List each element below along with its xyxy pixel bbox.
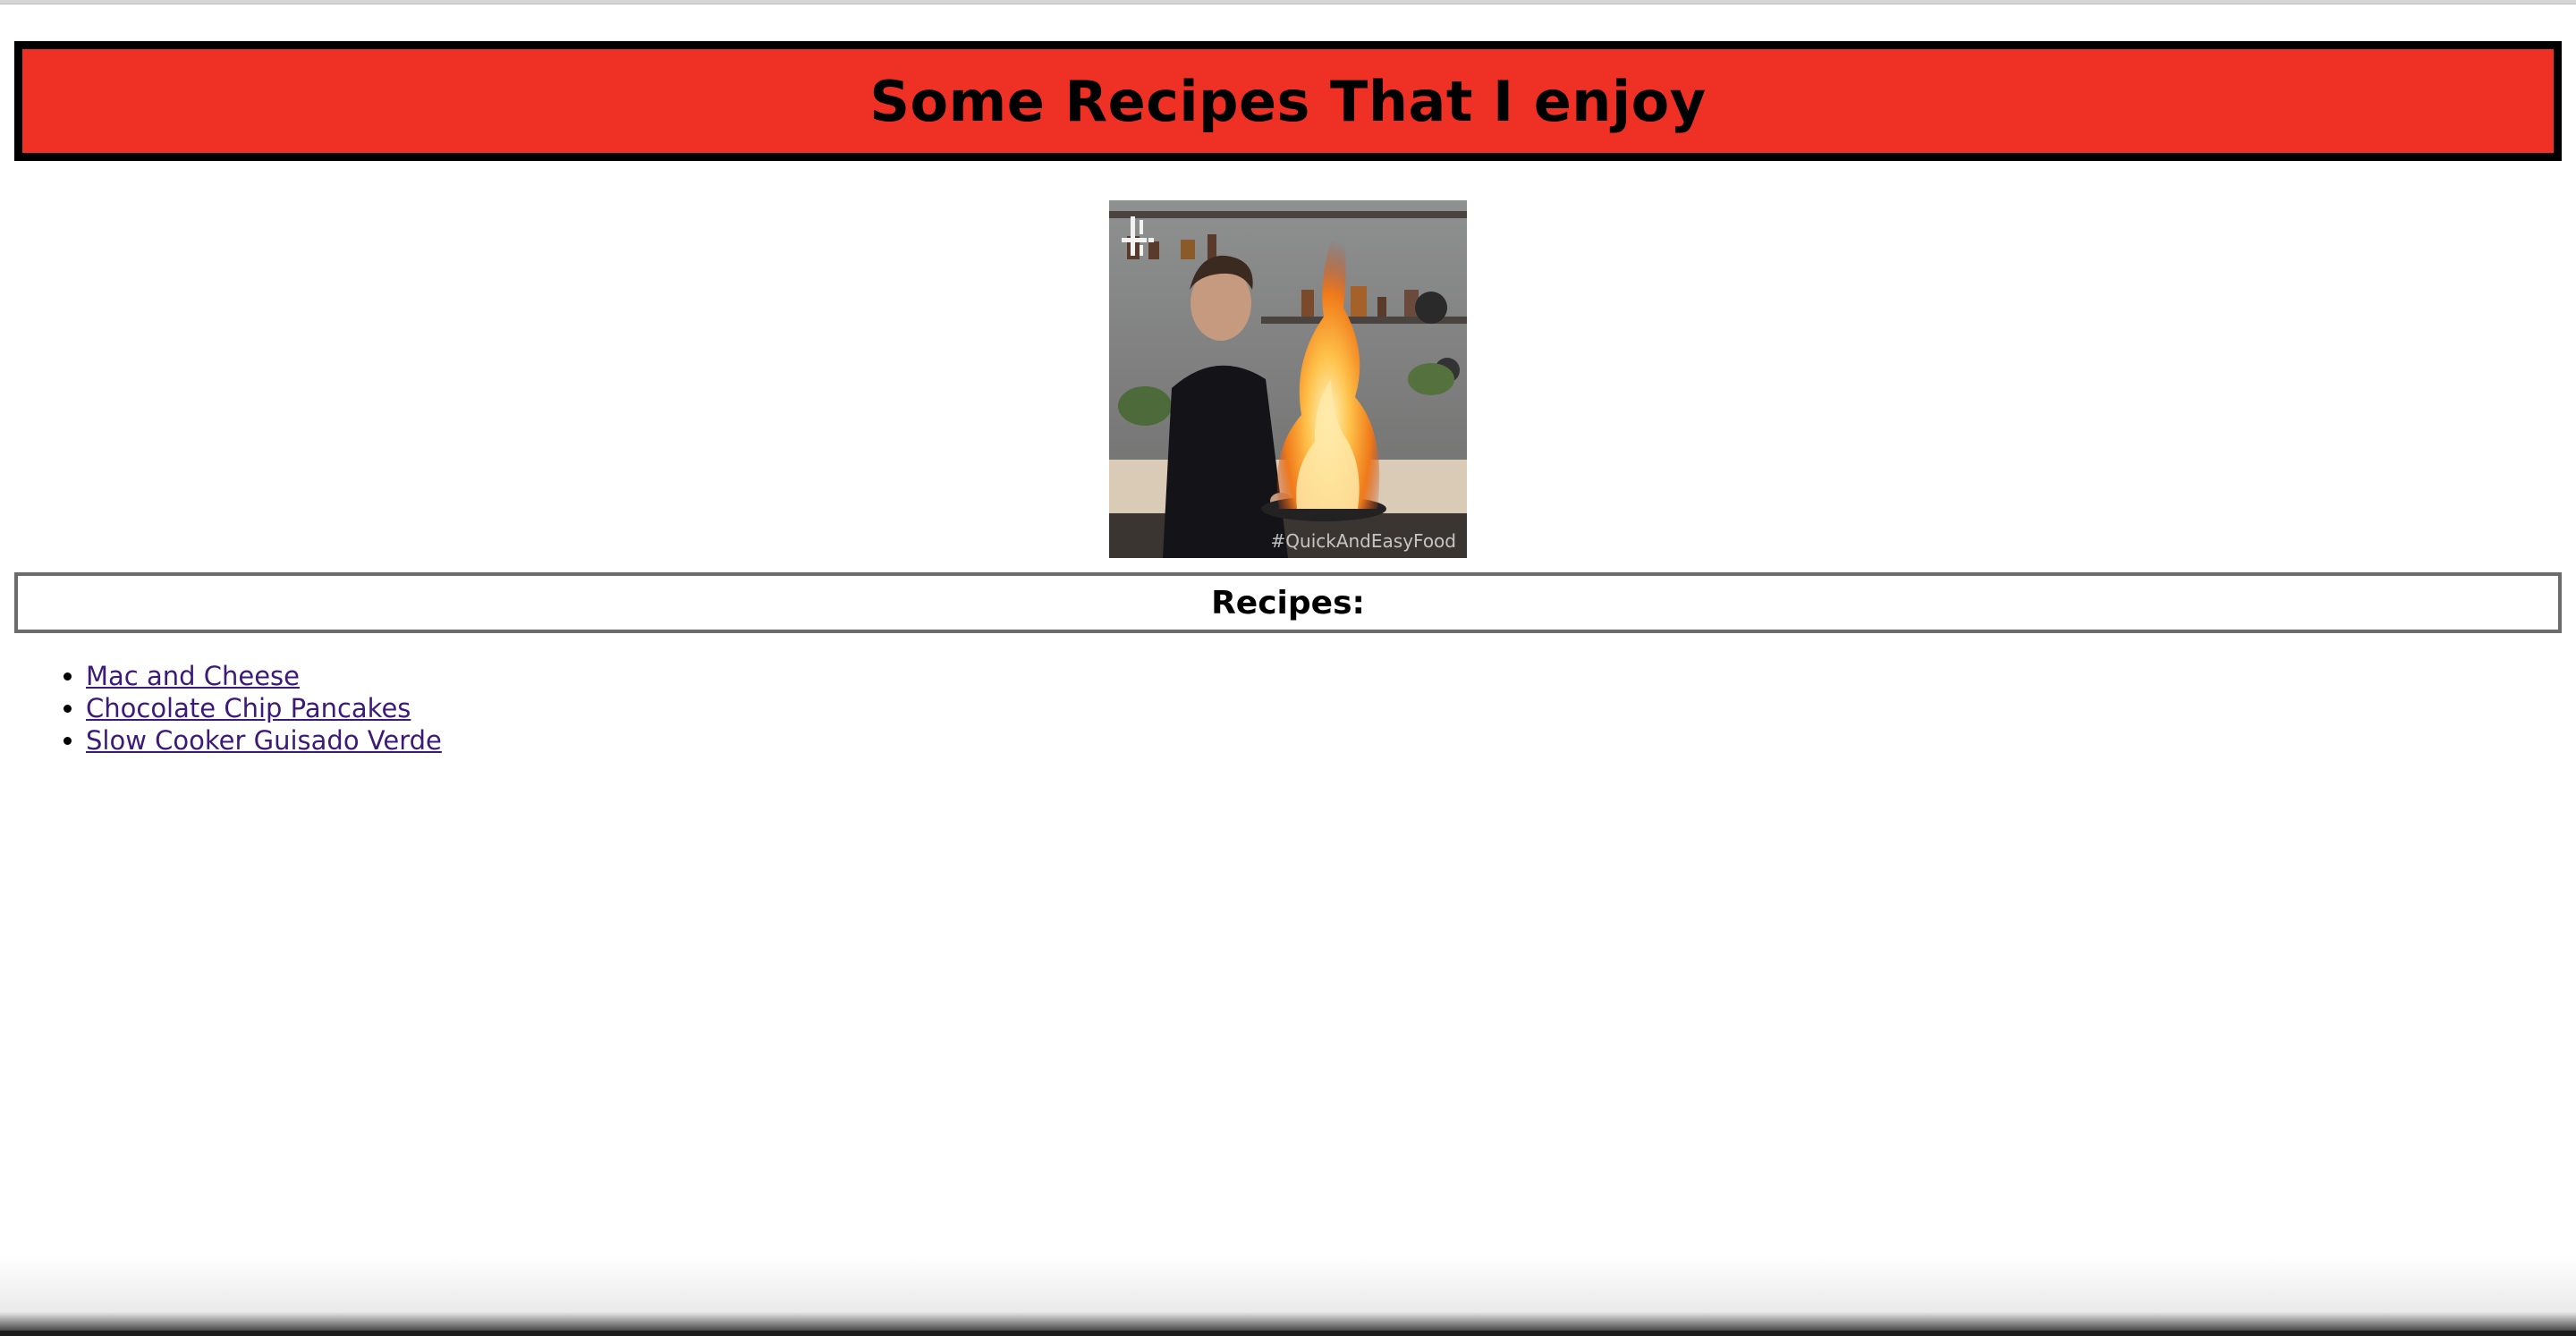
list-item: Chocolate Chip Pancakes	[86, 692, 442, 724]
page-title: Some Recipes That I enjoy	[869, 68, 1707, 134]
image-watermark: #QuickAndEasyFood	[1271, 530, 1456, 552]
recipes-heading-box: Recipes:	[14, 572, 2562, 633]
recipe-link-mac-and-cheese[interactable]: Mac and Cheese	[86, 661, 300, 691]
list-item: Mac and Cheese	[86, 660, 442, 692]
hero-illustration: #QuickAndEasyFood	[1109, 200, 1467, 558]
recipe-link-chocolate-chip-pancakes[interactable]: Chocolate Chip Pancakes	[86, 693, 411, 723]
window-bottom-shadow	[0, 1256, 2576, 1336]
recipe-link-slow-cooker-guisado-verde[interactable]: Slow Cooker Guisado Verde	[86, 725, 442, 756]
recipes-heading: Recipes:	[1211, 584, 1365, 621]
cooking-flambe-image: #QuickAndEasyFood	[1109, 200, 1467, 558]
page-banner: Some Recipes That I enjoy	[14, 41, 2562, 161]
recipe-list: Mac and Cheese Chocolate Chip Pancakes S…	[0, 660, 442, 757]
window-bottom-edge	[0, 1331, 2576, 1336]
browser-top-edge	[0, 0, 2576, 4]
list-item: Slow Cooker Guisado Verde	[86, 724, 442, 757]
